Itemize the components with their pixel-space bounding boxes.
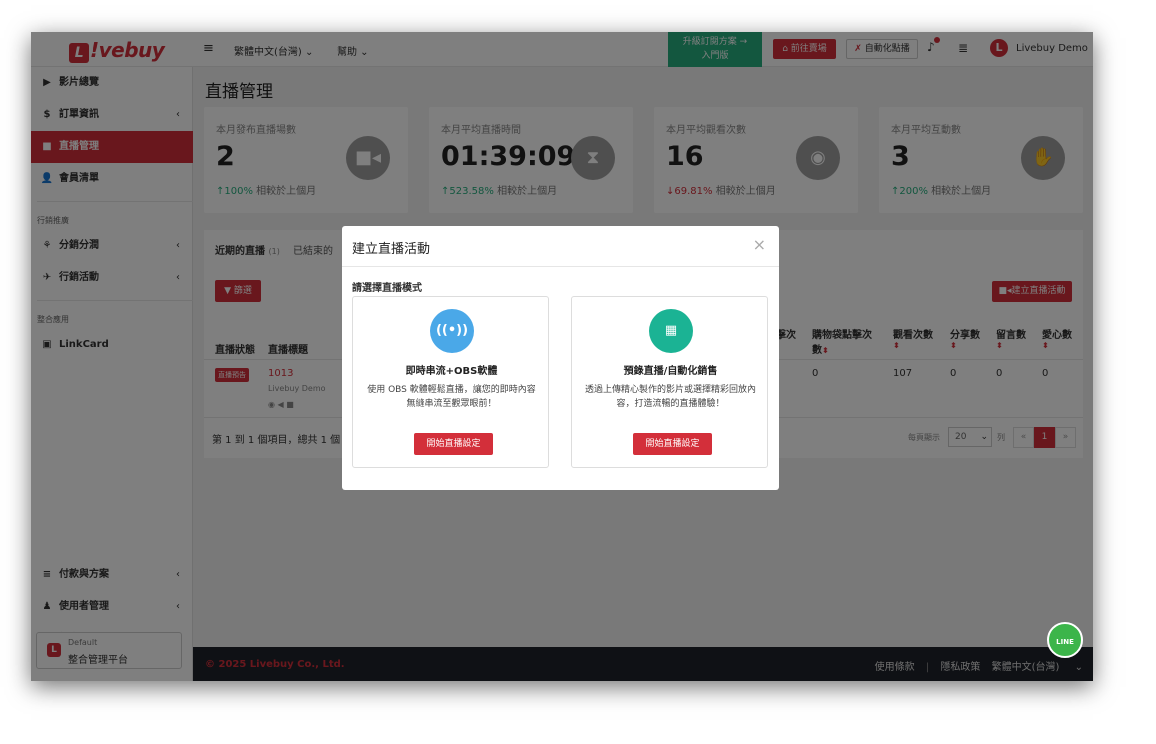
app-window: L!vebuy ≡ 繁體中文(台灣) ⌄ 幫助 ⌄ 升級訂閱方案 → 入門版 ⌂…	[31, 32, 1093, 681]
start-setup-button[interactable]: 開始直播設定	[414, 433, 493, 455]
option-title: 即時串流+OBS軟體	[405, 366, 498, 377]
close-icon[interactable]: ×	[753, 235, 766, 254]
divider	[342, 266, 779, 267]
modal-subtitle: 請選擇直播模式	[352, 283, 422, 294]
film-icon: ▦	[649, 309, 693, 353]
option-description: 透過上傳精心製作的影片或選擇精彩回放內容，打造流暢的直播體驗！	[584, 385, 756, 409]
start-setup-button[interactable]: 開始直播設定	[633, 433, 712, 455]
create-live-modal: 建立直播活動 × 請選擇直播模式 ((•)) 即時串流+OBS軟體 使用 OBS…	[342, 226, 779, 490]
modal-title: 建立直播活動	[352, 242, 431, 257]
option-obs-streaming[interactable]: ((•)) 即時串流+OBS軟體 使用 OBS 軟體輕鬆直播，讓您的即時內容無縫…	[352, 296, 549, 468]
broadcast-icon: ((•))	[430, 309, 474, 353]
option-title: 預錄直播/自動化銷售	[623, 366, 718, 377]
option-prerecorded[interactable]: ▦ 預錄直播/自動化銷售 透過上傳精心製作的影片或選擇精彩回放內容，打造流暢的直…	[571, 296, 768, 468]
line-chat-button[interactable]: LINE	[1047, 622, 1083, 658]
option-description: 使用 OBS 軟體輕鬆直播，讓您的即時內容無縫串流至觀眾眼前！	[367, 385, 536, 409]
